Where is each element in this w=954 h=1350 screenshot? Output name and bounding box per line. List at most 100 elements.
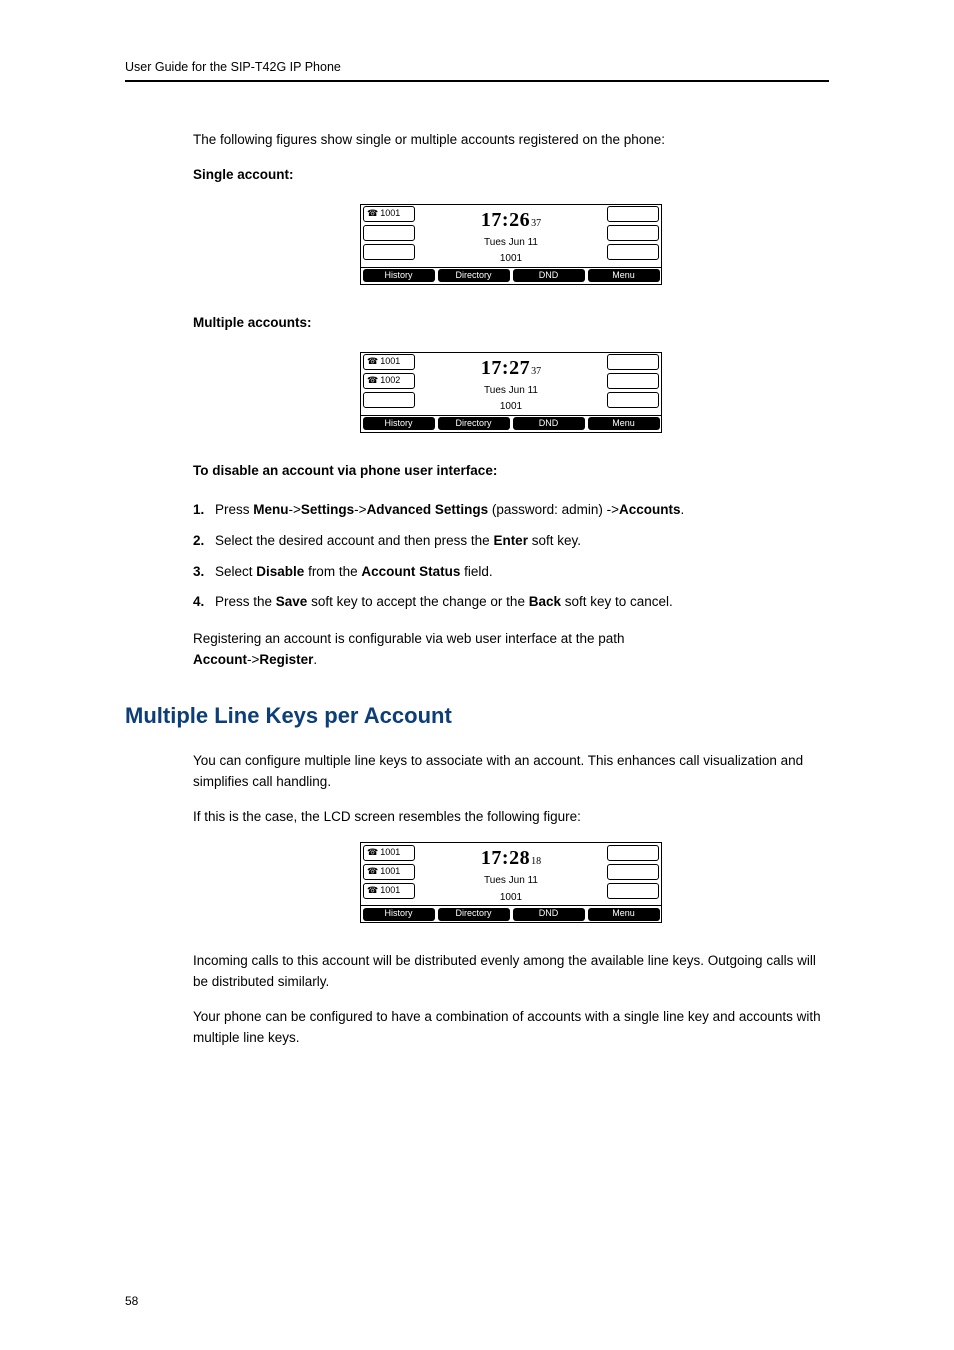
step-text: field. <box>460 564 492 579</box>
softkey-directory: Directory <box>438 908 510 921</box>
softkey-history: History <box>363 417 435 430</box>
step-text: -> <box>289 502 301 517</box>
linekey-1: ☎1001 <box>363 206 415 222</box>
linekey-2: ☎1002 <box>363 373 415 389</box>
multiple-accounts-figure: ☎1001 ☎1002 17:27 37 Tues Jun 11 1001 <box>193 352 829 433</box>
single-account-label: Single account: <box>193 165 829 186</box>
center-info: 17:27 37 Tues Jun 11 1001 <box>417 353 605 415</box>
extension: 1001 <box>500 890 522 906</box>
linekey-1: ☎1001 <box>363 354 415 370</box>
single-account-figure: ☎1001 17:26 37 Tues Jun 11 1001 <box>193 204 829 285</box>
menu-path-part: Advanced Settings <box>367 502 489 517</box>
softkey-row: History Directory DND Menu <box>361 905 661 922</box>
disable-steps: 1. Press Menu->Settings->Advanced Settin… <box>193 500 829 614</box>
softkey-name: Back <box>529 594 561 609</box>
softkey-history: History <box>363 269 435 282</box>
center-info: 17:26 37 Tues Jun 11 1001 <box>417 205 605 267</box>
linekey-label: 1001 <box>380 846 400 860</box>
step-number: 3. <box>193 562 204 583</box>
step-text: Press the <box>215 594 276 609</box>
mlk-para-4: Your phone can be configured to have a c… <box>193 1007 829 1049</box>
multiple-accounts-label: Multiple accounts: <box>193 313 829 334</box>
linekey-r2 <box>607 225 659 241</box>
phone-icon: ☎ <box>367 374 378 388</box>
step-number: 1. <box>193 500 204 521</box>
step-text: from the <box>304 564 361 579</box>
center-info: 17:28 18 Tues Jun 11 1001 <box>417 843 605 905</box>
softkey-name: Save <box>276 594 308 609</box>
step-2: 2. Select the desired account and then p… <box>193 531 829 552</box>
linekey-r2 <box>607 864 659 880</box>
extension: 1001 <box>500 399 522 415</box>
step-text: soft key to cancel. <box>561 594 673 609</box>
step-text: Press <box>215 502 253 517</box>
running-header: User Guide for the SIP-T42G IP Phone <box>125 60 829 82</box>
step-text: -> <box>354 502 366 517</box>
right-linekeys <box>605 205 661 267</box>
path-part: Register <box>259 652 313 667</box>
page-number: 58 <box>125 1294 138 1308</box>
softkey-dnd: DND <box>513 417 585 430</box>
time: 17:26 <box>481 205 530 236</box>
step-text: soft key to accept the change or the <box>307 594 528 609</box>
date: Tues Jun 11 <box>484 383 538 399</box>
linekey-2: ☎1001 <box>363 864 415 880</box>
softkey-row: History Directory DND Menu <box>361 267 661 284</box>
path-sep: -> <box>247 652 259 667</box>
linekey-r1 <box>607 206 659 222</box>
step-text: soft key. <box>528 533 581 548</box>
mlk-para-3: Incoming calls to this account will be d… <box>193 951 829 993</box>
phone-icon: ☎ <box>367 207 378 221</box>
softkey-menu: Menu <box>588 269 660 282</box>
seconds: 18 <box>531 854 541 870</box>
linekey-r2 <box>607 373 659 389</box>
linekey-r3 <box>607 392 659 408</box>
softkey-directory: Directory <box>438 269 510 282</box>
extension: 1001 <box>500 251 522 267</box>
path-end: . <box>313 652 317 667</box>
linekey-label: 1002 <box>380 374 400 388</box>
mlk-para-1: You can configure multiple line keys to … <box>193 751 829 793</box>
main-content: The following figures show single or mul… <box>193 130 829 1049</box>
section-heading: Multiple Line Keys per Account <box>125 699 829 733</box>
step-1: 1. Press Menu->Settings->Advanced Settin… <box>193 500 829 521</box>
softkey-menu: Menu <box>588 417 660 430</box>
left-linekeys: ☎1001 <box>361 205 417 267</box>
date: Tues Jun 11 <box>484 235 538 251</box>
seconds: 37 <box>531 364 541 380</box>
time: 17:27 <box>481 353 530 384</box>
softkey-row: History Directory DND Menu <box>361 415 661 432</box>
step-text: Select <box>215 564 256 579</box>
right-linekeys <box>605 843 661 905</box>
phone-display-single: ☎1001 17:26 37 Tues Jun 11 1001 <box>360 204 662 285</box>
linekey-3 <box>363 392 415 408</box>
softkey-dnd: DND <box>513 908 585 921</box>
linekey-label: 1001 <box>380 355 400 369</box>
linekey-2 <box>363 225 415 241</box>
linekey-1: ☎1001 <box>363 845 415 861</box>
date: Tues Jun 11 <box>484 873 538 889</box>
phone-icon: ☎ <box>367 884 378 898</box>
linekey-3 <box>363 244 415 260</box>
menu-path-part: Accounts <box>619 502 681 517</box>
softkey-directory: Directory <box>438 417 510 430</box>
softkey-menu: Menu <box>588 908 660 921</box>
softkey-name: Enter <box>493 533 528 548</box>
step-3: 3. Select Disable from the Account Statu… <box>193 562 829 583</box>
phone-display-multiple: ☎1001 ☎1002 17:27 37 Tues Jun 11 1001 <box>360 352 662 433</box>
softkey-dnd: DND <box>513 269 585 282</box>
intro-paragraph: The following figures show single or mul… <box>193 130 829 151</box>
step-text: Select the desired account and then pres… <box>215 533 493 548</box>
phone-display-mlk: ☎1001 ☎1001 ☎1001 17:28 18 Tues Jun 11 1… <box>360 842 662 923</box>
linekey-r1 <box>607 845 659 861</box>
linekey-label: 1001 <box>380 865 400 879</box>
phone-icon: ☎ <box>367 865 378 879</box>
path-part: Account <box>193 652 247 667</box>
linekey-r3 <box>607 883 659 899</box>
linekey-label: 1001 <box>380 884 400 898</box>
linekey-r3 <box>607 244 659 260</box>
step-text: . <box>681 502 685 517</box>
linekey-3: ☎1001 <box>363 883 415 899</box>
register-text: Registering an account is configurable v… <box>193 631 625 646</box>
multiple-linekeys-figure: ☎1001 ☎1001 ☎1001 17:28 18 Tues Jun 11 1… <box>193 842 829 923</box>
